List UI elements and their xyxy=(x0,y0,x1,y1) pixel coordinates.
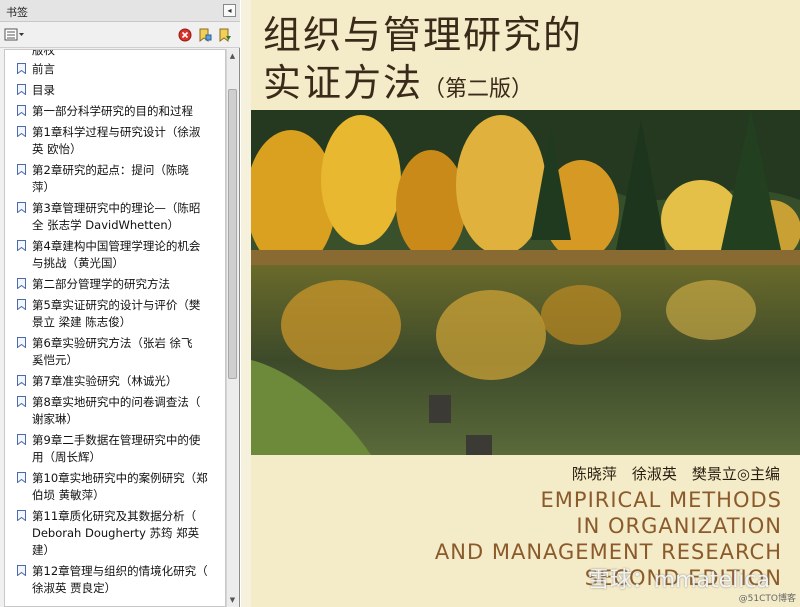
bookmark-item[interactable]: 第10章实地研究中的案例研究（郑 伯埙 黄敏萍） xyxy=(5,468,225,506)
bookmark-label: 第3章管理研究中的理论—（陈昭 xyxy=(32,201,201,215)
bookmark-label: 第5章实证研究的设计与评价（樊 xyxy=(32,298,201,312)
bookmark-item[interactable]: 第8章实地研究中的问卷调查法（ 谢家琳） xyxy=(5,392,225,430)
bookmark-item[interactable]: 第2章研究的起点：提问（陈晓 萍） xyxy=(5,160,225,198)
book-cover: 组织与管理研究的 实证方法（第二版） 陈晓萍 徐淑英 樊景立◎主编 EMPIRI… xyxy=(251,0,800,607)
bookmark-item[interactable]: 第7章准实验研究（林诚光） xyxy=(5,371,225,392)
bookmarks-panel: 书签 ◂ 版权 前言 目录 第一部分科学研究的目的和过程 第1章科学过程与研究设计 xyxy=(0,0,240,607)
bookmark-icon xyxy=(17,126,26,137)
bookmark-icon xyxy=(17,164,26,175)
new-bookmark-icon[interactable] xyxy=(198,27,212,43)
collapse-panel-icon[interactable]: ◂ xyxy=(223,4,236,17)
bookmark-scrollbar[interactable]: ▲ ▼ xyxy=(226,49,238,607)
bookmark-label: 第12章管理与组织的情境化研究（ xyxy=(32,564,208,578)
bookmark-label: 第二部分管理学的研究方法 xyxy=(32,277,170,291)
bookmark-icon xyxy=(17,278,26,289)
bookmark-label: 第9章二手数据在管理研究中的使 xyxy=(32,433,201,447)
bookmark-icon xyxy=(17,63,26,74)
bookmark-label: 第2章研究的起点：提问（陈晓 xyxy=(32,163,189,177)
bookmark-label: 英 欧怡） xyxy=(32,142,82,156)
bookmark-item[interactable]: 前言 xyxy=(5,59,225,80)
bookmark-label: 建） xyxy=(32,543,55,557)
bookmark-item[interactable]: 第1章科学过程与研究设计（徐淑英 欧怡） xyxy=(5,122,225,160)
bookmark-label: 第1章科学过程与研究设计（徐淑 xyxy=(32,125,201,139)
scroll-down-arrow-icon[interactable]: ▼ xyxy=(228,595,237,605)
bookmark-item[interactable]: 第3章管理研究中的理论—（陈昭全 张志学 DavidWhetten） xyxy=(5,198,225,236)
bookmark-label: 第一部分科学研究的目的和过程 xyxy=(32,104,193,118)
bookmark-icon xyxy=(17,240,26,251)
bookmark-item[interactable]: 第11章质化研究及其数据分析（ Deborah Dougherty 苏筠 郑英 建） xyxy=(5,506,225,561)
bookmark-label: 用（周长辉） xyxy=(32,450,101,464)
bookmark-label: 第11章质化研究及其数据分析（ xyxy=(32,509,197,523)
bookmark-item[interactable]: 第二部分管理学的研究方法 xyxy=(5,274,225,295)
bookmark-item[interactable]: 第5章实证研究的设计与评价（樊 景立 梁建 陈志俊） xyxy=(5,295,225,333)
bookmark-label: Deborah Dougherty 苏筠 郑英 xyxy=(32,526,200,540)
bookmark-icon xyxy=(17,434,26,445)
expand-bookmark-icon[interactable] xyxy=(218,27,232,43)
bookmark-label: 谢家琳） xyxy=(32,412,78,426)
bookmark-label: 第8章实地研究中的问卷调查法（ xyxy=(32,395,201,409)
bookmark-item[interactable]: 目录 xyxy=(5,80,225,101)
scrollbar-thumb[interactable] xyxy=(228,89,237,379)
cover-authors: 陈晓萍 徐淑英 樊景立◎主编 xyxy=(571,465,780,483)
bookmarks-panel-header: 书签 ◂ xyxy=(0,0,240,22)
cover-english-line1: EMPIRICAL METHODS xyxy=(540,488,782,512)
bookmark-label: 萍） xyxy=(32,180,55,194)
cover-title-line2: 实证方法（第二版） xyxy=(263,52,533,107)
bookmark-label: 目录 xyxy=(32,83,55,97)
bookmark-item[interactable]: 第4章建构中国管理学理论的机会 与挑战（黄光国） xyxy=(5,236,225,274)
bookmark-item-cut[interactable]: 版权 xyxy=(5,50,225,59)
bookmark-icon xyxy=(17,105,26,116)
watermark-text: 雪球：mmatelica xyxy=(587,568,770,593)
bookmark-label: 与挑战（黄光国） xyxy=(32,256,124,270)
bookmark-label: 奚恺元） xyxy=(32,353,78,367)
bookmark-label: 全 张志学 DavidWhetten） xyxy=(32,218,180,232)
bookmark-icon xyxy=(17,375,26,386)
delete-bookmark-icon[interactable] xyxy=(178,27,192,43)
bookmark-icon xyxy=(17,84,26,95)
document-viewer[interactable]: 组织与管理研究的 实证方法（第二版） 陈晓萍 徐淑英 樊景立◎主编 EMPIRI… xyxy=(241,0,800,607)
bookmark-label: 徐淑英 贾良定） xyxy=(32,581,117,595)
bookmark-item[interactable]: 第12章管理与组织的情境化研究（ 徐淑英 贾良定） xyxy=(5,561,225,599)
bookmark-icon xyxy=(17,510,26,521)
cover-english-line2: IN ORGANIZATION xyxy=(576,514,782,538)
cover-landscape-photo xyxy=(251,110,800,455)
bookmark-label: 第4章建构中国管理学理论的机会 xyxy=(32,239,201,253)
bookmarks-panel-title: 书签 xyxy=(6,6,28,19)
bookmark-label: 景立 梁建 陈志俊） xyxy=(32,315,132,329)
bookmark-icon xyxy=(17,565,26,576)
scroll-up-arrow-icon[interactable]: ▲ xyxy=(228,51,237,61)
bookmark-icon xyxy=(17,202,26,213)
cover-title-line1: 组织与管理研究的 xyxy=(263,13,584,57)
bookmark-label: 伯埙 黄敏萍） xyxy=(32,488,105,502)
watermark-credit: @51CTO博客 xyxy=(738,594,796,604)
bookmark-icon xyxy=(17,472,26,483)
bookmark-label: 第7章准实验研究（林诚光） xyxy=(32,374,178,388)
bookmark-item[interactable]: 第6章实验研究方法（张岩 徐飞 奚恺元） xyxy=(5,333,225,371)
bookmark-tree: 版权 前言 目录 第一部分科学研究的目的和过程 第1章科学过程与研究设计（徐淑英 欧怡… xyxy=(4,49,226,607)
options-menu-icon[interactable] xyxy=(4,27,26,43)
bookmarks-toolbar xyxy=(0,22,240,48)
bookmark-item[interactable]: 第一部分科学研究的目的和过程 xyxy=(5,101,225,122)
bookmark-label: 第6章实验研究方法（张岩 徐飞 xyxy=(32,336,193,350)
cover-english-line3: AND MANAGEMENT RESEARCH xyxy=(434,540,782,564)
bookmark-icon xyxy=(17,299,26,310)
bookmark-label: 第10章实地研究中的案例研究（郑 xyxy=(32,471,208,485)
cover-edition: （第二版） xyxy=(423,77,534,102)
bookmark-icon xyxy=(17,337,26,348)
bookmark-icon xyxy=(17,396,26,407)
bookmark-label: 前言 xyxy=(32,62,55,76)
bookmark-item[interactable]: 第9章二手数据在管理研究中的使 用（周长辉） xyxy=(5,430,225,468)
cover-title-main: 实证方法 xyxy=(263,61,424,105)
